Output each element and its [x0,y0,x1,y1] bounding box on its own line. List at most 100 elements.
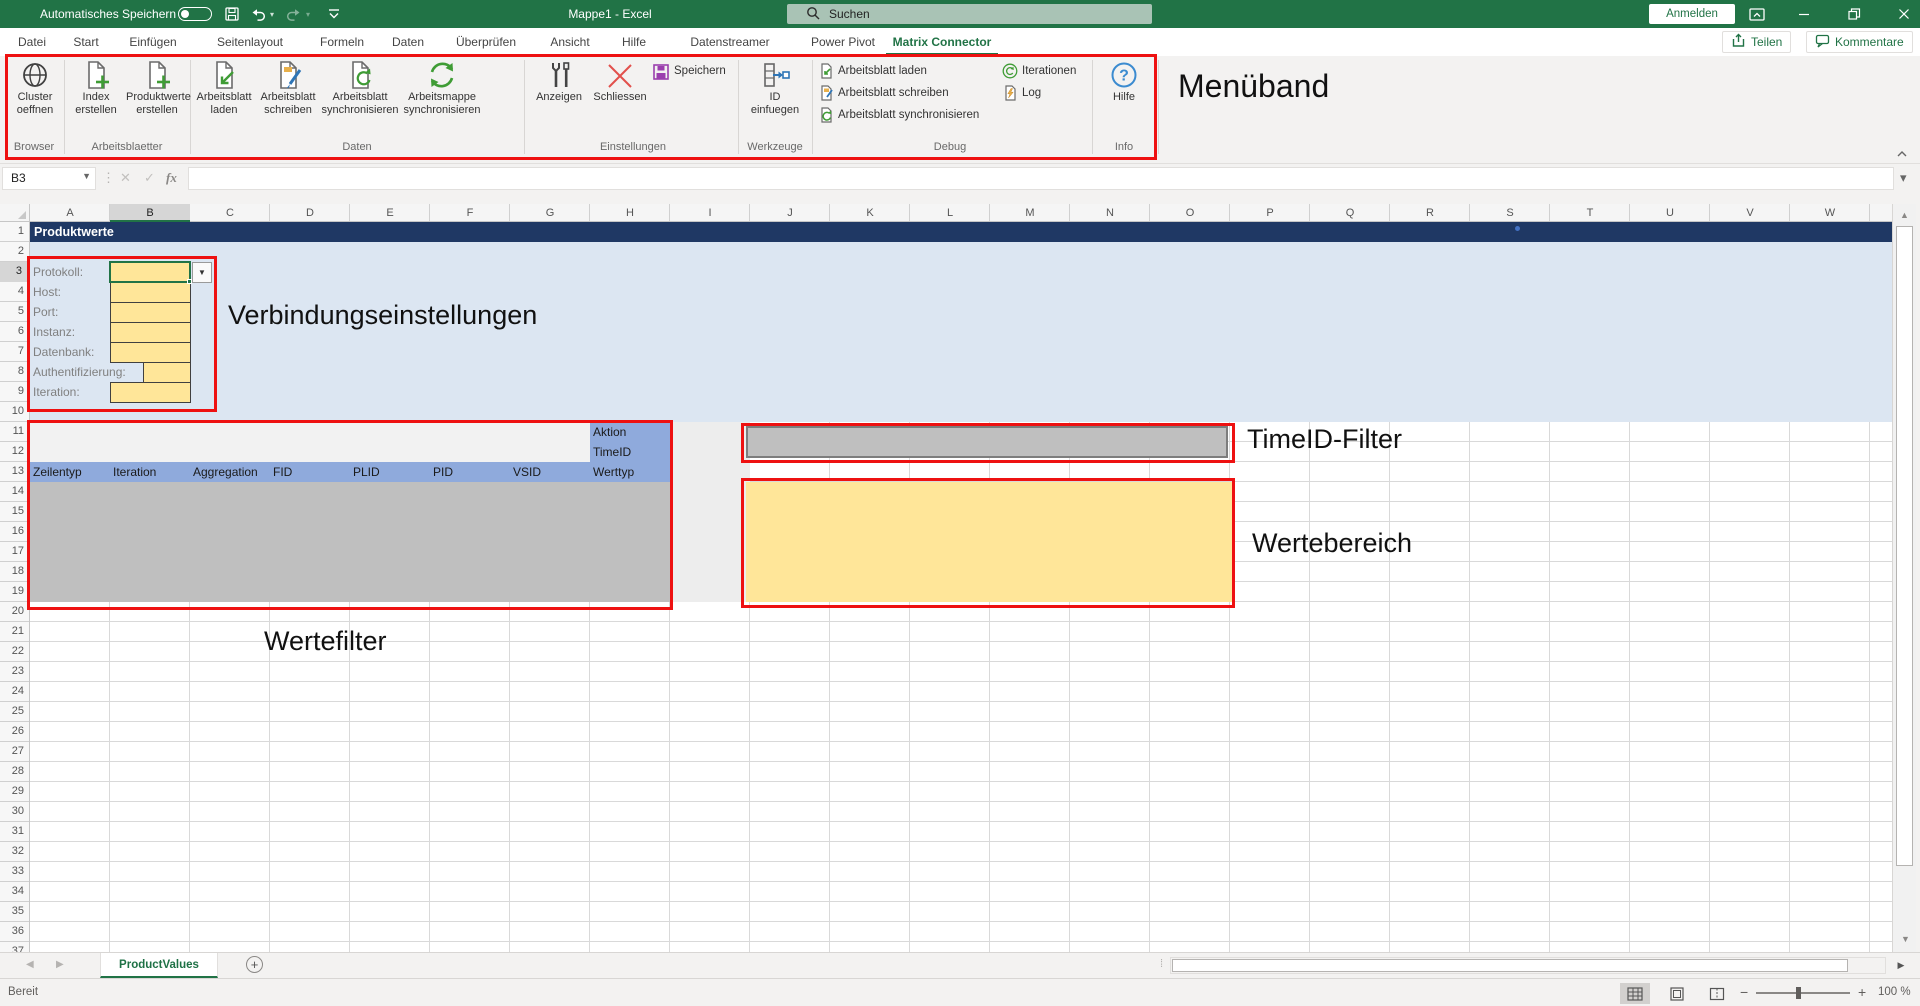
row-header-32[interactable]: 32 [0,842,29,862]
produktwerte-erstellen-button[interactable]: Produktwerteerstellen [126,58,188,144]
scroll-up-icon[interactable]: ▲ [1893,210,1916,220]
column-header-D[interactable]: D [270,204,350,222]
column-header-W[interactable]: W [1790,204,1870,222]
restore-icon[interactable] [1846,6,1862,27]
id-einfuegen-button[interactable]: IDeinfuegen [744,58,806,144]
input-cell-b4[interactable] [110,282,191,303]
column-header-M[interactable]: M [990,204,1070,222]
zoom-slider[interactable] [1756,992,1850,994]
row-header-1[interactable]: 1 [0,222,29,242]
row-header-24[interactable]: 24 [0,682,29,702]
arbeitsmappe-synchronisieren-button[interactable]: Arbeitsmappesynchronisieren [400,58,484,144]
sign-in-button[interactable]: Anmelden [1649,4,1735,24]
row-header-29[interactable]: 29 [0,782,29,802]
menu-tab-power-pivot[interactable]: Power Pivot [802,28,884,56]
column-header-S[interactable]: S [1470,204,1550,222]
menu-tab-start[interactable]: Start [62,28,110,56]
tab-splitter-icon[interactable]: ⁞ [1160,958,1163,970]
row-header-23[interactable]: 23 [0,662,29,682]
cluster-oeffnen-button[interactable]: Clusteroeffnen [8,58,62,144]
row-header-10[interactable]: 10 [0,402,29,422]
column-header-H[interactable]: H [590,204,670,222]
value-range-area[interactable] [746,482,1232,602]
fx-icon[interactable]: fx [166,170,177,186]
row-header-18[interactable]: 18 [0,562,29,582]
column-header-C[interactable]: C [190,204,270,222]
row-header-30[interactable]: 30 [0,802,29,822]
sheet-next-icon[interactable]: ▶ [56,959,64,970]
column-header-T[interactable]: T [1550,204,1630,222]
close-icon[interactable] [1896,6,1912,27]
iterationen-button[interactable]: Iterationen [1002,62,1076,80]
input-cell-b5[interactable] [110,302,191,323]
column-header-F[interactable]: F [430,204,510,222]
vertical-scrollbar[interactable]: ▲ ▼ [1892,204,1916,952]
menu-tab-seitenlayout[interactable]: Seitenlayout [198,28,302,56]
row-header-26[interactable]: 26 [0,722,29,742]
column-header-P[interactable]: P [1230,204,1310,222]
row-header-16[interactable]: 16 [0,522,29,542]
undo-icon[interactable] [250,6,266,27]
column-header-L[interactable]: L [910,204,990,222]
hilfe-button[interactable]: ?Hilfe [1096,58,1152,144]
zoom-in-icon[interactable]: + [1858,984,1866,1000]
autosave-toggle[interactable] [178,7,212,21]
row-header-22[interactable]: 22 [0,642,29,662]
redo-dropdown-icon[interactable]: ▾ [306,10,310,19]
column-header-G[interactable]: G [510,204,590,222]
index-erstellen-button[interactable]: Indexerstellen [68,58,124,144]
column-header-A[interactable]: A [30,204,110,222]
timeid-filter-area[interactable] [746,426,1228,458]
row-header-12[interactable]: 12 [0,442,29,462]
vertical-scroll-thumb[interactable] [1896,226,1913,866]
row-header-37[interactable]: 37 [0,942,29,952]
arbeitsblatt-synchronisieren-button[interactable]: Arbeitsblattsynchronisieren [320,58,400,144]
row-header-20[interactable]: 20 [0,602,29,622]
search-input[interactable]: Suchen [787,4,1152,24]
select-all-corner[interactable] [0,204,30,222]
row-header-21[interactable]: 21 [0,622,29,642]
enter-icon[interactable]: ✓ [144,170,155,186]
zoom-level[interactable]: 100 % [1878,986,1911,998]
row-header-34[interactable]: 34 [0,882,29,902]
corner-cell-aktion[interactable]: Aktion [590,422,670,442]
menu-tab-datei[interactable]: Datei [8,28,56,56]
row-header-4[interactable]: 4 [0,282,29,302]
name-box[interactable]: B3▼ [2,167,96,190]
row-header-15[interactable]: 15 [0,502,29,522]
ribbon-display-options-icon[interactable] [1748,6,1766,29]
row-header-14[interactable]: 14 [0,482,29,502]
normal-view-icon[interactable] [1620,983,1650,1004]
anzeigen-button[interactable]: Anzeigen [530,58,588,144]
menu-tab-ansicht[interactable]: Ansicht [538,28,602,56]
input-cell-b9[interactable] [110,382,191,403]
menu-tab-berpr-fen[interactable]: Überprüfen [442,28,530,56]
arbeitsblatt-schreiben-button[interactable]: Arbeitsblatt schreiben [818,84,949,102]
row-header-28[interactable]: 28 [0,762,29,782]
page-layout-view-icon[interactable] [1662,983,1692,1004]
column-header-Q[interactable]: Q [1310,204,1390,222]
filter-header-werttyp[interactable]: Werttyp [590,462,634,482]
speichern-button[interactable]: Speichern [652,62,726,80]
input-cell-b6[interactable] [110,322,191,343]
column-header-U[interactable]: U [1630,204,1710,222]
column-header-B[interactable]: B [110,204,190,222]
name-box-dropdown-icon[interactable]: ▼ [82,171,91,181]
row-header-5[interactable]: 5 [0,302,29,322]
redo-icon[interactable] [286,6,302,27]
row-header-33[interactable]: 33 [0,862,29,882]
value-filter-area[interactable] [30,482,670,602]
row-header-25[interactable]: 25 [0,702,29,722]
comments-button[interactable]: Kommentare [1806,31,1913,53]
schliessen-button[interactable]: Schliessen [588,58,652,144]
row-header-19[interactable]: 19 [0,582,29,602]
zoom-out-icon[interactable]: − [1740,984,1748,1000]
log-button[interactable]: Log [1002,84,1041,102]
row-header-31[interactable]: 31 [0,822,29,842]
filter-header-aggregation[interactable]: Aggregation [190,462,258,482]
page-break-view-icon[interactable] [1702,983,1732,1004]
banner-cell[interactable]: Produktwerte [30,222,1892,242]
selected-cell-B3[interactable] [109,261,191,283]
filter-header-iteration[interactable]: Iteration [110,462,156,482]
grip-icon[interactable]: ⋮ [102,170,115,186]
